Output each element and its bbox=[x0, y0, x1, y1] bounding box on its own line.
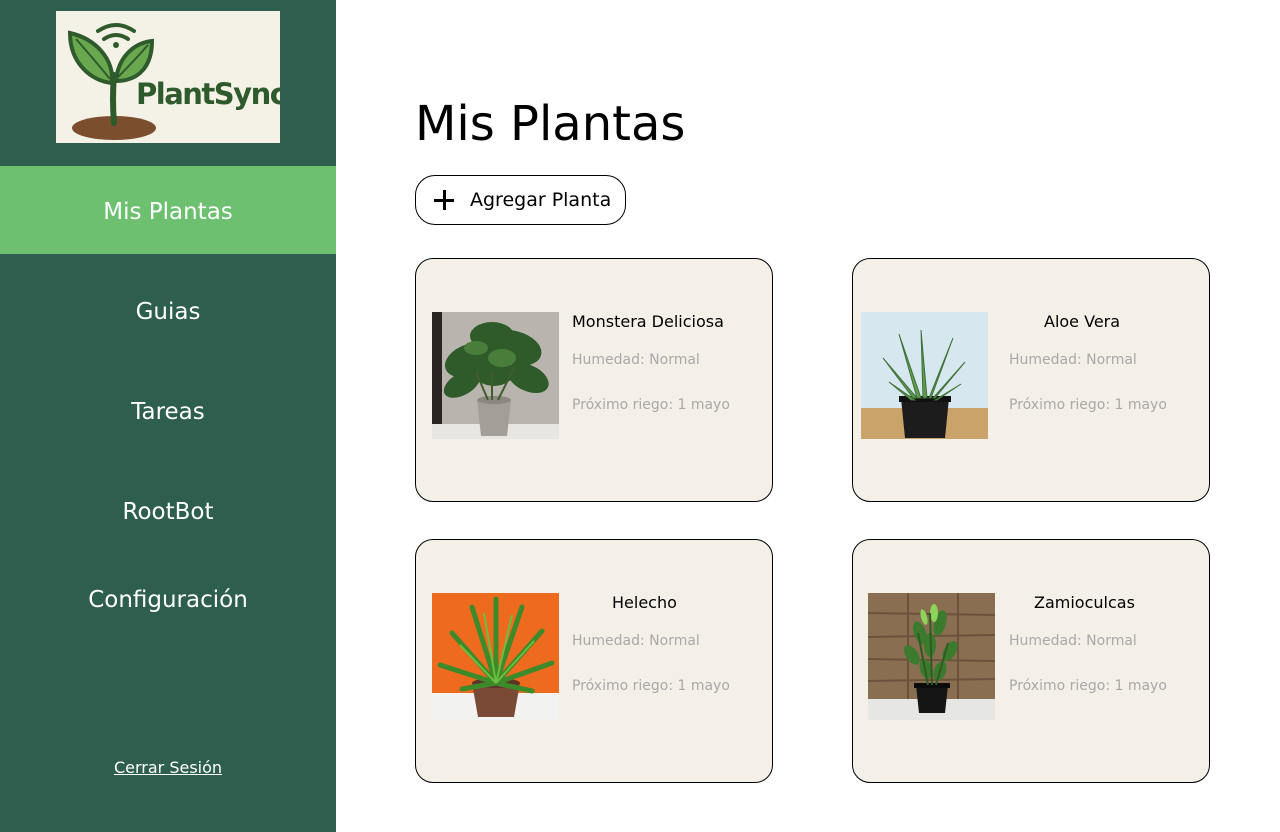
plant-next-watering: Próximo riego: 1 mayo bbox=[1009, 678, 1167, 694]
plant-photo-zamioculcas bbox=[868, 593, 995, 720]
sidebar-item-rootbot[interactable]: RootBot bbox=[0, 492, 336, 532]
logo-text: PlantSync bbox=[136, 77, 280, 111]
sidebar-item-guias[interactable]: Guias bbox=[0, 292, 336, 332]
plant-humidity: Humedad: Normal bbox=[1009, 352, 1137, 368]
plant-card-zamioculcas[interactable]: Zamioculcas Humedad: Normal Próximo rieg… bbox=[852, 539, 1210, 783]
sidebar: PlantSync Mis Plantas Guias Tareas RootB… bbox=[0, 0, 336, 832]
add-plant-button[interactable]: Agregar Planta bbox=[415, 175, 626, 225]
plant-card-helecho[interactable]: Helecho Humedad: Normal Próximo riego: 1… bbox=[415, 539, 773, 783]
plant-name: Monstera Deliciosa bbox=[572, 312, 724, 331]
plant-next-watering: Próximo riego: 1 mayo bbox=[572, 397, 730, 413]
logout-link[interactable]: Cerrar Sesión bbox=[0, 758, 336, 777]
plant-humidity: Humedad: Normal bbox=[1009, 633, 1137, 649]
plant-humidity: Humedad: Normal bbox=[572, 633, 700, 649]
plant-name: Zamioculcas bbox=[1034, 593, 1135, 612]
page-title: Mis Plantas bbox=[415, 96, 686, 152]
plant-humidity: Humedad: Normal bbox=[572, 352, 700, 368]
plant-name: Helecho bbox=[612, 593, 677, 612]
add-plant-label: Agregar Planta bbox=[470, 189, 612, 211]
plant-photo-monstera bbox=[432, 312, 559, 439]
plant-photo-helecho bbox=[432, 593, 559, 720]
plant-card-aloe-vera[interactable]: Aloe Vera Humedad: Normal Próximo riego:… bbox=[852, 258, 1210, 502]
plant-next-watering: Próximo riego: 1 mayo bbox=[1009, 397, 1167, 413]
plant-name: Aloe Vera bbox=[1044, 312, 1121, 331]
plant-next-watering: Próximo riego: 1 mayo bbox=[572, 678, 730, 694]
sidebar-item-mis-plantas[interactable]: Mis Plantas bbox=[0, 166, 336, 254]
plant-card-monstera[interactable]: Monstera Deliciosa Humedad: Normal Próxi… bbox=[415, 258, 773, 502]
sidebar-item-tareas[interactable]: Tareas bbox=[0, 392, 336, 432]
plus-icon bbox=[434, 190, 454, 210]
plantsync-logo[interactable]: PlantSync bbox=[56, 11, 280, 143]
plant-photo-aloe-vera bbox=[861, 312, 988, 439]
sidebar-item-configuracion[interactable]: Configuración bbox=[0, 580, 336, 620]
